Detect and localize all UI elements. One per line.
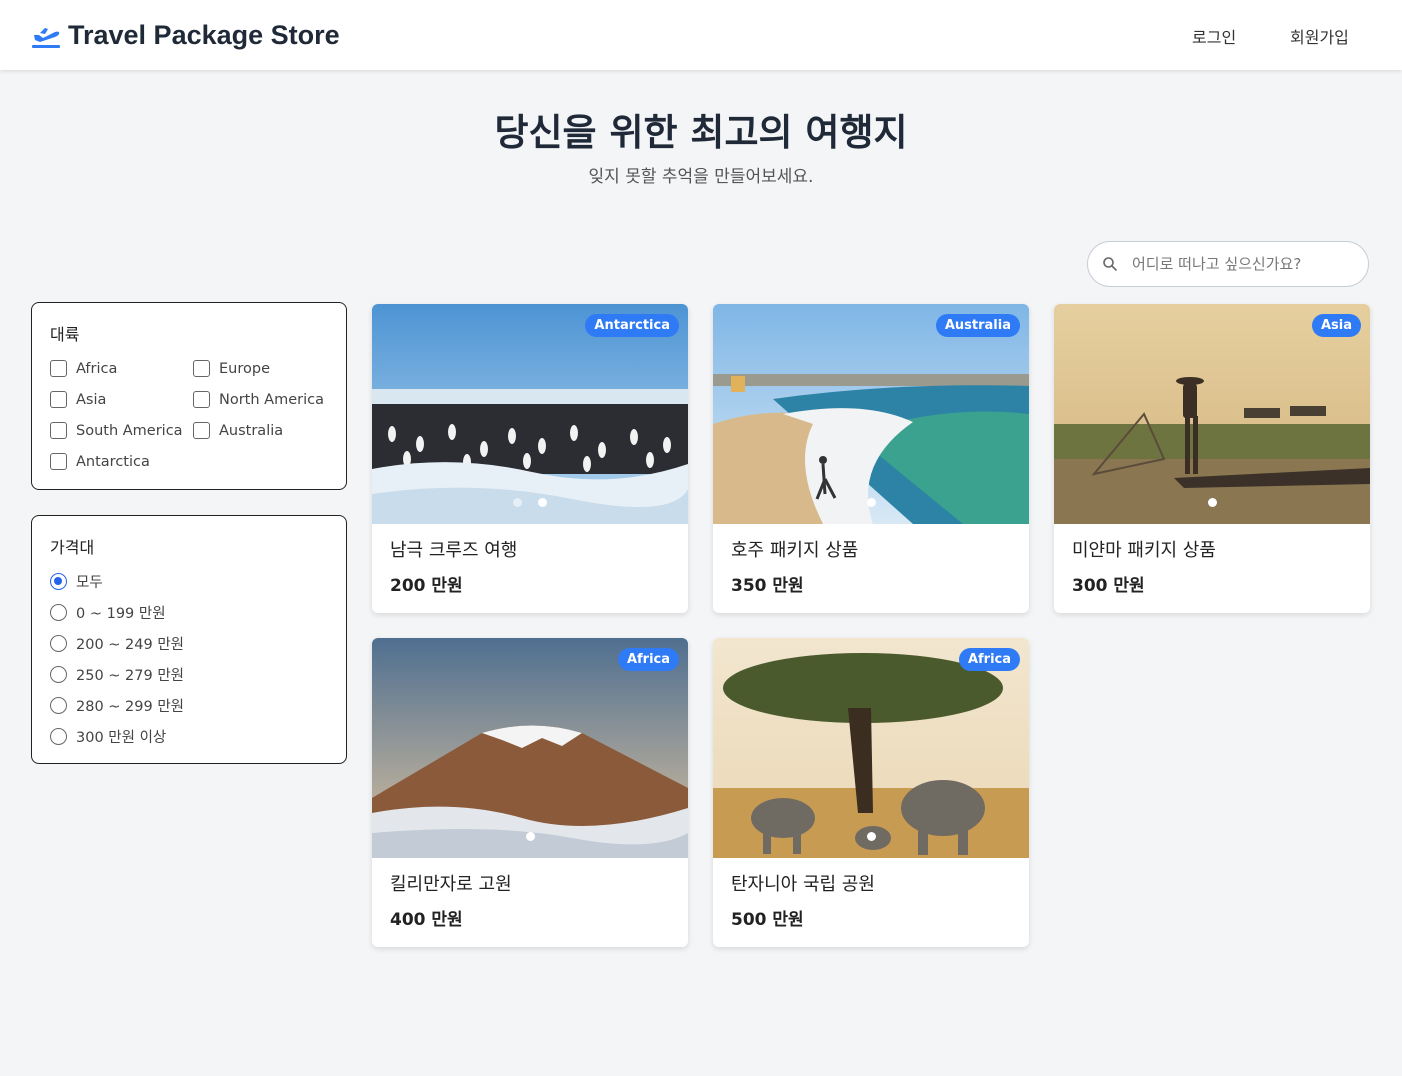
checkbox-africa[interactable]: Africa <box>50 357 193 380</box>
checkbox-label: North America <box>219 391 324 408</box>
checkbox-box[interactable] <box>193 422 210 439</box>
radio-label: 280 ~ 299 만원 <box>76 699 185 715</box>
checkbox-box[interactable] <box>50 422 67 439</box>
checkbox-north-america[interactable]: North America <box>193 388 333 411</box>
product-card[interactable]: Australia 호주 패키지 상품 350 만원 <box>713 304 1029 613</box>
radio-label: 300 만원 이상 <box>76 730 167 746</box>
product-price: 300 만원 <box>1072 576 1145 596</box>
hero-subtitle: 잊지 못할 추억을 만들어보세요. <box>588 167 814 187</box>
product-image[interactable]: Africa <box>372 638 688 858</box>
radio-250-279[interactable]: 250 ~ 279 만원 <box>50 663 328 686</box>
checkbox-label: Australia <box>219 422 284 439</box>
checkbox-australia[interactable]: Australia <box>193 419 333 442</box>
checkbox-box[interactable] <box>50 391 67 408</box>
search-input[interactable] <box>1132 255 1352 273</box>
product-image[interactable]: Australia <box>713 304 1029 524</box>
carousel-dot[interactable] <box>866 498 876 507</box>
product-price: 200 만원 <box>390 576 463 596</box>
carousel-dots <box>713 498 1029 507</box>
checkbox-south-america[interactable]: South America <box>50 419 193 442</box>
radio-200-249[interactable]: 200 ~ 249 만원 <box>50 632 328 655</box>
radio-label: 250 ~ 279 만원 <box>76 668 185 684</box>
carousel-dot[interactable] <box>513 498 522 507</box>
checkbox-box[interactable] <box>193 391 210 408</box>
product-price: 500 만원 <box>731 910 804 930</box>
radio-label: 모두 <box>76 575 103 591</box>
checkbox-label: South America <box>76 422 183 439</box>
search-box[interactable] <box>1087 241 1369 287</box>
checkbox-europe[interactable]: Europe <box>193 357 333 380</box>
product-card[interactable]: Asia 미얀마 패키지 상품 300 만원 <box>1054 304 1370 613</box>
signup-link[interactable]: 회원가입 <box>1290 24 1349 48</box>
checkbox-label: Europe <box>219 360 270 377</box>
login-link[interactable]: 로그인 <box>1192 24 1236 48</box>
price-filter-title: 가격대 <box>50 538 95 557</box>
radio-button[interactable] <box>50 728 67 745</box>
radio-all[interactable]: 모두 <box>50 570 328 593</box>
continent-filter: 대륙 Africa Europe Asia North America Sout… <box>31 302 347 490</box>
product-title: 탄자니아 국립 공원 <box>731 874 875 895</box>
checkbox-label: Antarctica <box>76 453 150 470</box>
product-image[interactable]: Asia <box>1054 304 1370 524</box>
airplane-icon <box>32 27 60 48</box>
price-filter: 가격대 모두 0 ~ 199 만원 200 ~ 249 만원 250 ~ 279… <box>31 515 347 764</box>
checkbox-box[interactable] <box>50 453 67 470</box>
hero-title: 당신을 위한 최고의 여행지 <box>494 111 908 154</box>
checkbox-asia[interactable]: Asia <box>50 388 193 411</box>
continent-filter-title: 대륙 <box>50 325 80 344</box>
carousel-dot[interactable] <box>866 832 876 841</box>
checkbox-box[interactable] <box>193 360 210 377</box>
radio-label: 200 ~ 249 만원 <box>76 637 185 653</box>
product-title: 남극 크루즈 여행 <box>390 540 518 561</box>
radio-280-299[interactable]: 280 ~ 299 만원 <box>50 694 328 717</box>
product-card[interactable]: Antarctica 남극 크루즈 여행 200 만원 <box>372 304 688 613</box>
product-title: 킬리만자로 고원 <box>390 874 512 895</box>
checkbox-antarctica[interactable]: Antarctica <box>50 450 193 473</box>
product-card[interactable]: Africa 킬리만자로 고원 400 만원 <box>372 638 688 947</box>
logo-text: Travel Package Store <box>68 20 340 50</box>
navbar: Travel Package Store 로그인 회원가입 <box>0 0 1402 70</box>
radio-button[interactable] <box>50 604 67 621</box>
search-icon <box>1103 257 1117 271</box>
radio-button[interactable] <box>50 697 67 714</box>
carousel-dots <box>1054 498 1370 507</box>
continent-badge: Antarctica <box>585 314 679 337</box>
checkbox-label: Africa <box>76 360 118 377</box>
product-card[interactable]: Africa 탄자니아 국립 공원 500 만원 <box>713 638 1029 947</box>
checkbox-label: Asia <box>76 391 107 408</box>
carousel-dots <box>372 832 688 841</box>
product-image[interactable]: Africa <box>713 638 1029 858</box>
radio-button[interactable] <box>50 635 67 652</box>
product-title: 호주 패키지 상품 <box>731 540 859 561</box>
continent-badge: Asia <box>1311 314 1361 337</box>
radio-button[interactable] <box>50 666 67 683</box>
product-title: 미얀마 패키지 상품 <box>1072 540 1216 561</box>
radio-label: 0 ~ 199 만원 <box>76 606 166 622</box>
logo[interactable]: Travel Package Store <box>31 20 340 51</box>
carousel-dot[interactable] <box>525 832 535 841</box>
radio-button[interactable] <box>50 573 67 590</box>
continent-badge: Australia <box>935 314 1020 337</box>
carousel-dot[interactable] <box>1207 498 1217 507</box>
carousel-dots <box>713 832 1029 841</box>
product-price: 350 만원 <box>731 576 804 596</box>
product-price: 400 만원 <box>390 910 463 930</box>
continent-badge: Africa <box>958 648 1020 671</box>
continent-badge: Africa <box>617 648 679 671</box>
carousel-dot[interactable] <box>538 498 547 507</box>
checkbox-box[interactable] <box>50 360 67 377</box>
carousel-dots <box>372 498 688 507</box>
radio-300-plus[interactable]: 300 만원 이상 <box>50 725 328 748</box>
radio-0-199[interactable]: 0 ~ 199 만원 <box>50 601 328 624</box>
product-image[interactable]: Antarctica <box>372 304 688 524</box>
